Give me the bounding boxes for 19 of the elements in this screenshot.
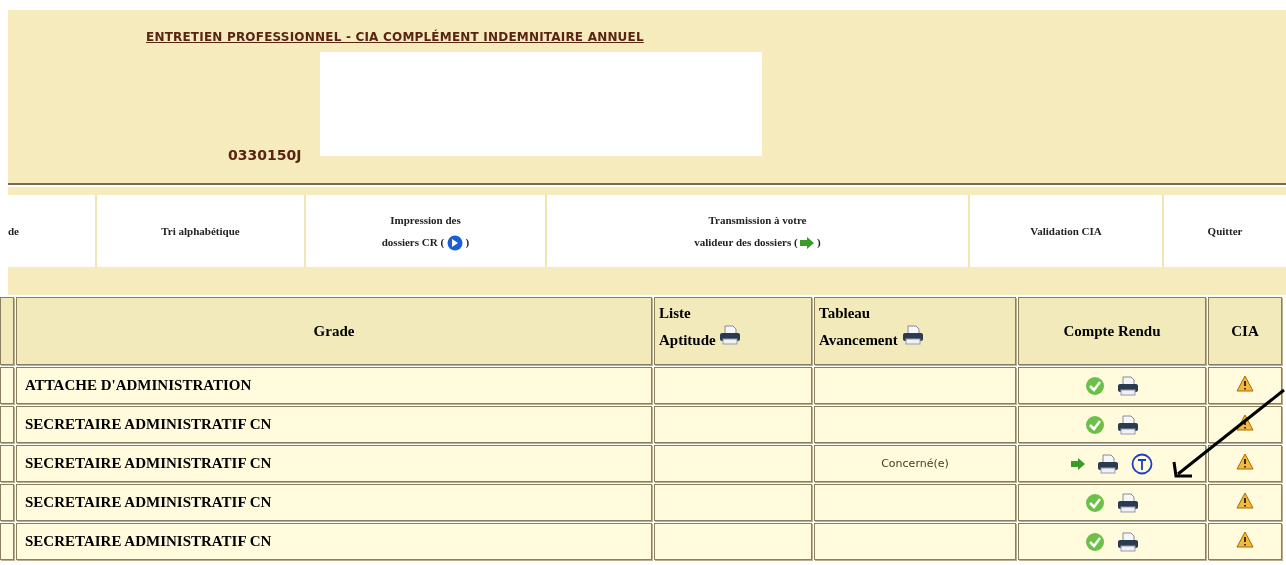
column-header: Grade [16,297,652,365]
menu-link[interactable]: Validation CIA [970,195,1162,267]
column-header: Tableau Avancement [814,297,1016,365]
menu-link[interactable]: Transmission à votre valideur des dossiers ( ) [547,195,968,267]
menu-link[interactable]: Tri alphabétique [97,195,304,267]
column-header: CIA [1208,297,1282,365]
establishment-code: 0330150J [228,147,302,163]
page-title: ENTRETIEN PROFESSIONNEL - CIA COMPLÉMENT INDEMNITAIRE ANNUEL [146,30,644,44]
menu-link[interactable]: Impression des dossiers CR ( ) [306,195,545,267]
table-cell: Concerné(e) [814,445,1016,482]
menu-link[interactable]: de [8,195,95,267]
grade-cell: SECRETAIRE ADMINISTRATIF CN [16,445,652,482]
grade-cell: SECRETAIRE ADMINISTRATIF CN [16,406,652,443]
menu-link[interactable]: Quitter [1164,195,1286,267]
column-header: Liste Aptitude [654,297,812,365]
grade-cell: SECRETAIRE ADMINISTRATIF CN [16,523,652,560]
column-header: Compte Rendu [1018,297,1206,365]
grade-cell: ATTACHE D'ADMINISTRATION [16,367,652,404]
grade-cell: SECRETAIRE ADMINISTRATIF CN [16,484,652,521]
